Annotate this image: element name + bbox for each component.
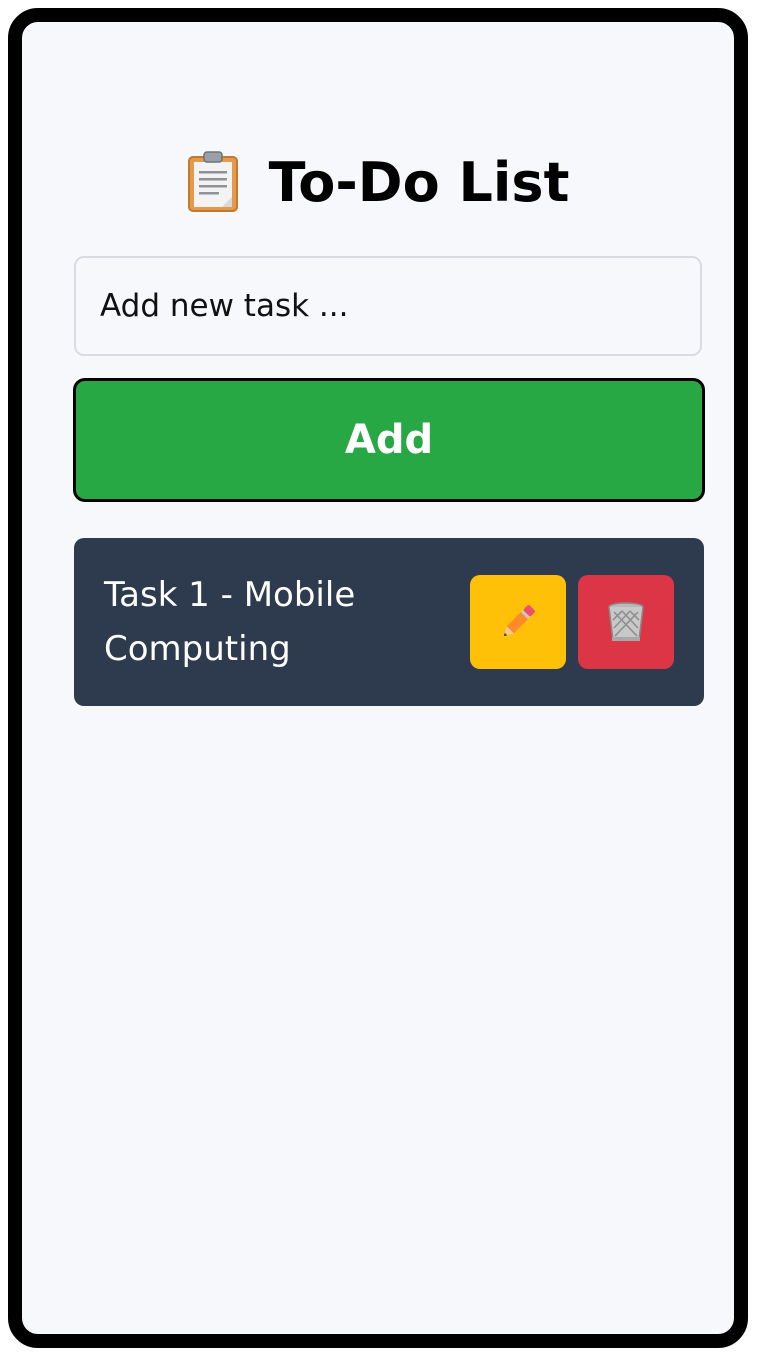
task-item: Task 1 - Mobile Computing xyxy=(74,538,704,706)
task-text: Task 1 - Mobile Computing xyxy=(104,575,356,669)
header: To-Do List xyxy=(22,140,734,224)
edit-task-button[interactable] xyxy=(470,575,566,669)
task-actions xyxy=(470,575,674,669)
delete-task-button[interactable] xyxy=(578,575,674,669)
add-button-label: Add xyxy=(344,417,434,463)
todo-app: To-Do List Add Task 1 - Mobile Computing xyxy=(22,22,734,1334)
wastebasket-icon xyxy=(608,602,644,641)
clipboard-icon xyxy=(187,151,238,212)
add-task-button[interactable]: Add xyxy=(73,378,705,502)
page-title: To-Do List xyxy=(268,150,570,214)
task-list: Task 1 - Mobile Computing xyxy=(74,538,704,706)
phone-frame: To-Do List Add Task 1 - Mobile Computing xyxy=(8,8,748,1348)
new-task-input[interactable] xyxy=(74,256,702,356)
pencil-icon xyxy=(503,605,535,637)
